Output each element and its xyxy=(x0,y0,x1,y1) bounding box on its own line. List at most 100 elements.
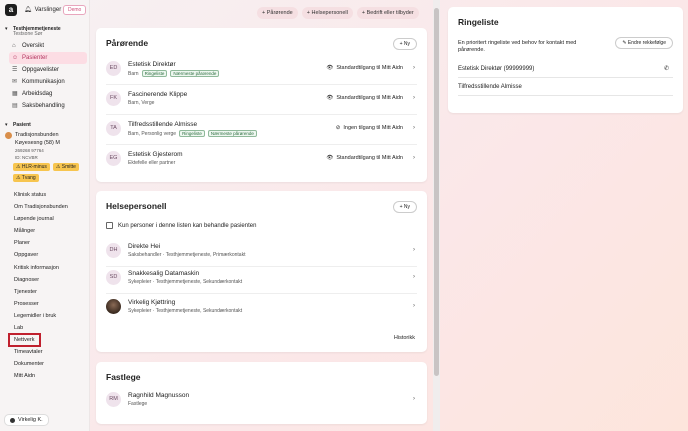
card-title: Ringeliste xyxy=(458,17,499,27)
avatar: RM xyxy=(106,392,121,407)
checkbox[interactable] xyxy=(106,222,113,229)
list-item[interactable]: RM Ragnhild Magnusson Fastlege › xyxy=(106,386,417,416)
avatar: DH xyxy=(106,243,121,258)
contact-name: Estetisk Gjesterom xyxy=(128,151,183,158)
users-icon: ☺ xyxy=(12,55,19,61)
contact-name: Direkte Hei xyxy=(128,243,161,250)
chevron-right-icon: › xyxy=(413,274,415,280)
chevron-right-icon: › xyxy=(413,125,415,131)
folder-icon: ▤ xyxy=(12,103,18,109)
list-item[interactable]: DH Direkte Hei Saksbehandler · Testhjemm… xyxy=(106,237,417,267)
card-title: Fastlege xyxy=(106,372,141,382)
alert-badge[interactable]: ⚠ HLR-minus xyxy=(13,163,50,171)
contact-name: Virkelig Kjøttring xyxy=(128,299,176,306)
tag: Ringeliste xyxy=(141,70,168,77)
patient-menu-item[interactable]: Prosesser xyxy=(9,298,87,310)
list-item[interactable]: Estetisk Direktør (99999999) ✆ xyxy=(458,60,673,78)
chevron-right-icon: › xyxy=(413,303,415,309)
ringeliste-description: En prioritert ringeliste ved behov for k… xyxy=(458,40,577,53)
access-status: 👁︎ Standardtilgang til Mitt Aidn xyxy=(326,155,403,161)
avatar xyxy=(106,299,121,314)
patient-menu-item[interactable]: Mitt Aidn xyxy=(9,370,87,382)
eye-icon: 👁︎ xyxy=(326,65,334,71)
list-item[interactable]: SD Snakkesalig Datamaskin Sykepleier · T… xyxy=(106,264,417,294)
patient-menu-item[interactable]: Lab xyxy=(9,322,87,334)
patient-card[interactable]: Tradisjonsbunden Køyesesng (58) M 269268… xyxy=(5,131,89,182)
patient-menu-item[interactable]: Kritisk informasjon xyxy=(9,262,87,274)
app-logo[interactable]: a xyxy=(5,4,17,16)
patient-menu-item[interactable]: Dokumenter xyxy=(9,358,87,370)
add-parorende-button[interactable]: + Pårørende xyxy=(257,7,298,19)
alert-badge[interactable]: ⚠ Smitte xyxy=(52,163,79,171)
reorder-button[interactable]: ✎ Endre rekkefølge xyxy=(615,37,673,49)
patient-section-label: Pasient xyxy=(13,122,31,128)
notifications-button[interactable]: 🔔︎ Varslinger xyxy=(24,6,62,14)
user-menu[interactable]: Virkelig K. xyxy=(4,414,49,426)
avatar: FK xyxy=(106,91,121,106)
list-item[interactable]: FK Fascinerende Klippe Barn, Verge 👁︎ Sta… xyxy=(106,85,417,115)
add-helsepersonell-button[interactable]: + Helsepersonell xyxy=(301,7,353,19)
patient-menu-item[interactable]: Målinger xyxy=(9,225,87,237)
patient-menu-item[interactable]: Tjenester xyxy=(9,286,87,298)
contact-name: Ragnhild Magnusson xyxy=(128,392,190,399)
contact-name: Snakkesalig Datamaskin xyxy=(128,270,200,277)
chevron-right-icon: › xyxy=(413,155,415,161)
new-parorende-button[interactable]: + Ny xyxy=(392,38,417,50)
list-item[interactable]: ED Estetisk Direktør Barn Ringeliste Nær… xyxy=(106,55,417,85)
nav-item-kommunikasjon[interactable]: ✉ Kommunikasjon xyxy=(9,76,87,88)
list-item[interactable]: Tilfredsstillende Almisse xyxy=(458,78,673,96)
patient-menu-item[interactable]: Legemidler i bruk xyxy=(9,310,87,322)
fastlege-card: Fastlege RM Ragnhild Magnusson Fastlege … xyxy=(96,362,427,424)
phone-icon[interactable]: ✆ xyxy=(664,60,669,78)
list-item[interactable]: EG Estetisk Gjesterom Ektefelle eller pa… xyxy=(106,145,417,175)
nav-item-oversikt[interactable]: ⌂ Oversikt xyxy=(9,40,87,52)
user-name: Virkelig K. xyxy=(18,417,43,423)
avatar: ED xyxy=(106,61,121,76)
bell-icon: 🔔︎ xyxy=(24,7,32,13)
alerts: ⚠ HLR-minus ⚠ Smitte ⚠ Tvang xyxy=(5,163,89,182)
new-helsepersonell-button[interactable]: + Ny xyxy=(392,201,417,213)
ringeliste-card: Ringeliste En prioritert ringeliste ved … xyxy=(448,7,683,113)
helsepersonell-card: Helsepersonell + Ny Kun personer i denne… xyxy=(96,191,427,352)
patient-menu-item-nettverk[interactable]: Nettverk xyxy=(8,333,41,348)
restrict-checkbox[interactable]: Kun personer i denne listen kan behandle… xyxy=(106,222,256,229)
patient-menu-item[interactable]: Planer xyxy=(9,237,87,249)
patient-dob: 269268 97764 xyxy=(15,148,44,153)
notifications-label: Varslinger xyxy=(34,6,62,13)
history-link[interactable]: Historikk xyxy=(394,335,415,341)
patient-menu-item[interactable]: Timeavtaler xyxy=(9,346,87,358)
patient-id: ID: NCVBR xyxy=(15,155,38,160)
nav-item-saksbehandling[interactable]: ▤ Saksbehandling xyxy=(9,100,87,112)
patient-menu-item[interactable]: Oppgaver xyxy=(9,249,87,261)
calendar-icon: ▦ xyxy=(12,91,18,97)
contact-name: Estetisk Direktør xyxy=(128,61,176,68)
eye-off-icon: ⊘ xyxy=(335,125,341,131)
eye-icon: 👁︎ xyxy=(326,155,334,161)
patient-menu-item[interactable]: Klinisk status xyxy=(9,189,87,201)
sidebar: a 🔔︎ Varslinger Demo ▾ Testhjemmetjenest… xyxy=(0,0,90,431)
top-actions: + Pårørende + Helsepersonell + Bedrift e… xyxy=(257,7,419,19)
patient-menu-item[interactable]: Om Tradisjonsbunden xyxy=(9,201,87,213)
scrollbar[interactable] xyxy=(433,0,440,431)
chevron-down-icon[interactable]: ▾ xyxy=(5,122,8,128)
alert-badge[interactable]: ⚠ Tvang xyxy=(13,174,39,182)
chevron-down-icon[interactable]: ▾ xyxy=(5,26,8,32)
patient-menu-item[interactable]: Løpende journal xyxy=(9,213,87,225)
avatar: SD xyxy=(106,270,121,285)
scrollbar-thumb[interactable] xyxy=(434,8,439,376)
avatar: TA xyxy=(106,121,121,136)
nav-item-oppgavelister[interactable]: ☰ Oppgavelister xyxy=(9,64,87,76)
contact-name: Tilfredsstillende Almisse xyxy=(128,121,198,128)
nav-item-pasienter[interactable]: ☺ Pasienter xyxy=(9,52,87,64)
tag: Nærmeste pårørende xyxy=(207,130,257,137)
patient-name-line2: Køyesesng (58) M xyxy=(15,140,60,146)
access-status: ⊘ Ingen tilgang til Mitt Aidn xyxy=(335,125,403,131)
add-bedrift-button[interactable]: + Bedrift eller tilbyder xyxy=(356,7,419,19)
chevron-right-icon: › xyxy=(413,247,415,253)
nav-item-arbeidsdag[interactable]: ▦ Arbeidsdag xyxy=(9,88,87,100)
list-item[interactable]: Virkelig Kjøttring Sykepleier · Testhjem… xyxy=(106,293,417,323)
list-item[interactable]: TA Tilfredsstillende Almisse Barn, Perso… xyxy=(106,115,417,145)
parorende-card: Pårørende + Ny ED Estetisk Direktør Barn… xyxy=(96,28,427,182)
patient-menu-item[interactable]: Diagnoser xyxy=(9,274,87,286)
avatar: EG xyxy=(106,151,121,166)
